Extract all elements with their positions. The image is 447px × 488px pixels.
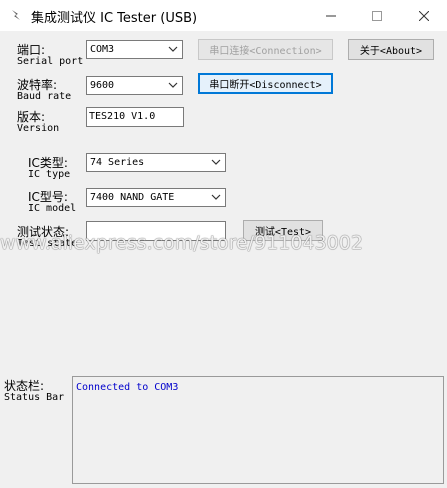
test-state-label: 测试状态: Test state: [17, 226, 77, 249]
ic-model-label-cn: IC型号:: [28, 190, 68, 204]
chevron-down-icon: [168, 46, 178, 52]
test-state-label-en: Test state: [17, 238, 78, 249]
serial-port-select[interactable]: COM3: [86, 40, 183, 59]
status-bar-label-cn: 状态栏:: [4, 379, 45, 393]
connect-button[interactable]: 串口连接<Connection>: [198, 39, 333, 60]
test-state-label-cn: 测试状态:: [17, 225, 70, 239]
ic-type-label: IC类型: IC type: [28, 157, 70, 180]
status-bar-label-en: Status Bar: [4, 392, 65, 403]
test-state-field[interactable]: [86, 221, 226, 241]
ic-model-label-en: IC model: [28, 203, 77, 214]
baud-rate-label-en: Baud rate: [17, 91, 72, 102]
ic-type-label-cn: IC类型:: [28, 156, 68, 170]
baud-rate-label: 波特率: Baud rate: [17, 79, 71, 102]
serial-port-label-en: Serial port: [17, 56, 84, 67]
serial-port-label-cn: 端口:: [17, 43, 46, 57]
ic-model-select[interactable]: 7400 NAND GATE: [86, 188, 226, 207]
version-label-cn: 版本:: [17, 110, 46, 124]
disconnect-button[interactable]: 串口断开<Disconnect>: [198, 73, 333, 94]
test-button[interactable]: 测试<Test>: [243, 220, 323, 241]
app-icon: [12, 10, 20, 20]
maximize-icon: [372, 10, 382, 21]
close-button[interactable]: [401, 0, 447, 31]
title-bar: 集成测试仪 IC Tester (USB): [0, 0, 447, 31]
window-title: 集成测试仪 IC Tester (USB): [31, 11, 198, 26]
version-label-en: Version: [17, 123, 60, 134]
about-button[interactable]: 关于<About>: [348, 39, 434, 60]
status-log[interactable]: Connected to COM3: [72, 376, 444, 484]
version-field[interactable]: TES210 V1.0: [86, 107, 184, 127]
serial-port-value: COM3: [90, 44, 115, 55]
version-label: 版本: Version: [17, 111, 59, 134]
serial-port-label: 端口: Serial port: [17, 44, 83, 67]
chevron-down-icon: [168, 82, 178, 88]
ic-model-value: 7400 NAND GATE: [90, 192, 175, 203]
status-message: Connected to COM3: [76, 382, 179, 393]
chevron-down-icon: [211, 194, 221, 200]
version-value: TES210 V1.0: [89, 111, 156, 122]
ic-type-select[interactable]: 74 Series: [86, 153, 226, 172]
ic-model-label: IC型号: IC model: [28, 191, 76, 214]
baud-rate-value: 9600: [90, 80, 115, 91]
chevron-down-icon: [211, 159, 221, 165]
baud-rate-select[interactable]: 9600: [86, 76, 183, 95]
status-bar-label: 状态栏: Status Bar: [4, 380, 64, 403]
minimize-icon: [326, 15, 336, 16]
ic-type-label-en: IC type: [28, 169, 71, 180]
minimize-button[interactable]: [308, 0, 354, 31]
baud-rate-label-cn: 波特率:: [17, 78, 58, 92]
maximize-button[interactable]: [354, 0, 400, 31]
ic-type-value: 74 Series: [90, 157, 145, 168]
close-icon: [419, 10, 429, 21]
